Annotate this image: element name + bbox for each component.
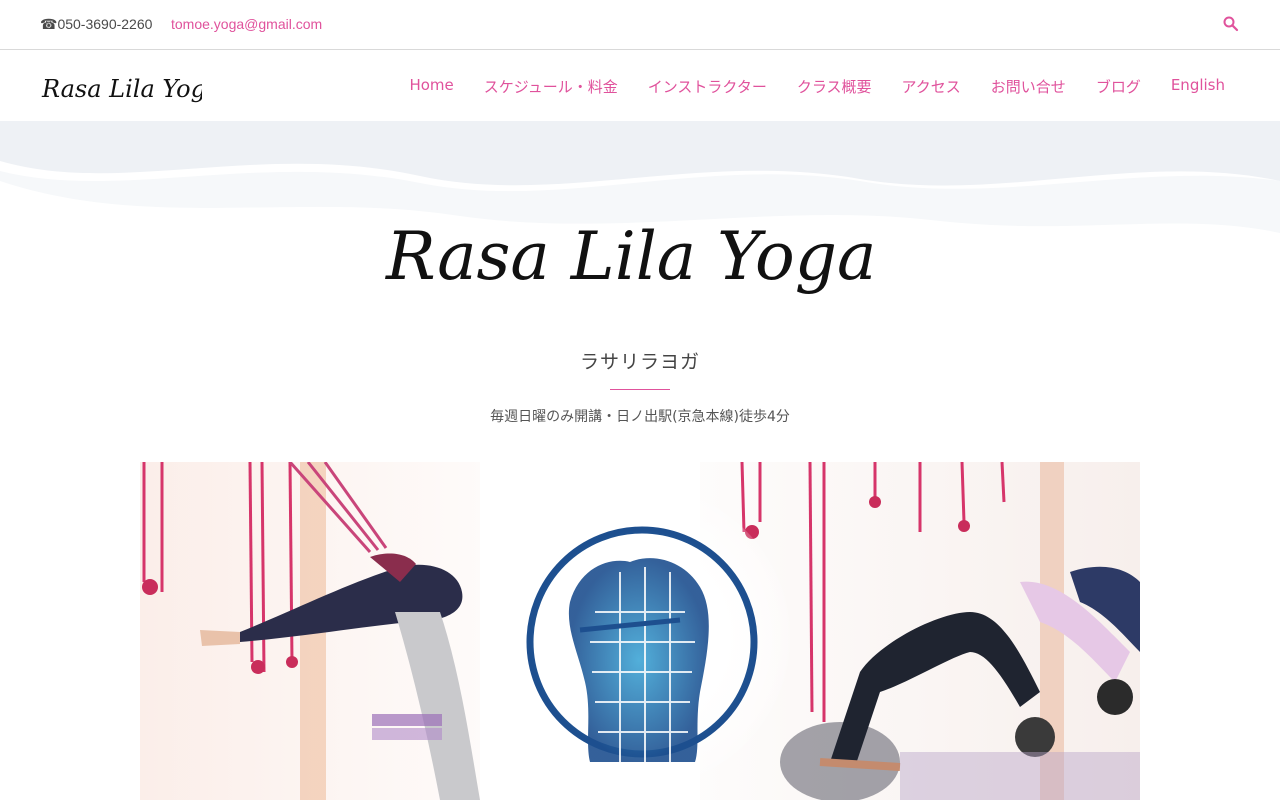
main-header: Rasa Lila Yoga Home スケジュール・料金 インストラクター ク… bbox=[0, 51, 1280, 121]
hero-subtitle: ラサリラヨガ bbox=[579, 351, 700, 373]
nav-item-access[interactable]: アクセス bbox=[902, 76, 961, 97]
svg-text:Rasa Lila Yoga: Rasa Lila Yoga bbox=[385, 218, 876, 295]
nav-item-contact[interactable]: お問い合せ bbox=[991, 76, 1066, 97]
email-link[interactable]: tomoe.yoga@gmail.com bbox=[171, 16, 322, 32]
site-logo[interactable]: Rasa Lila Yoga bbox=[40, 65, 202, 109]
nav-item-english[interactable]: English bbox=[1171, 76, 1225, 97]
hero-logo: Rasa Lila Yoga bbox=[385, 218, 876, 295]
hero-section: Rasa Lila Yoga ラサリラヨガ 毎週日曜のみ開講・日ノ出駅(京急本線… bbox=[0, 121, 1280, 800]
nav-item-instructor[interactable]: インストラクター bbox=[648, 76, 767, 97]
hero-tagline: 毎週日曜のみ開講・日ノ出駅(京急本線)徒歩4分 bbox=[490, 409, 790, 425]
nav-item-class[interactable]: クラス概要 bbox=[797, 76, 872, 97]
top-bar: ☎050-3690-2260 tomoe.yoga@gmail.com bbox=[0, 0, 1280, 50]
phone-number: ☎050-3690-2260 bbox=[40, 16, 153, 32]
nav-item-blog[interactable]: ブログ bbox=[1096, 76, 1141, 97]
main-nav: Home スケジュール・料金 インストラクター クラス概要 アクセス お問い合せ… bbox=[409, 76, 1225, 97]
hero-divider bbox=[610, 389, 670, 390]
hero-photo bbox=[140, 462, 1140, 800]
nav-item-home[interactable]: Home bbox=[409, 76, 453, 97]
search-icon[interactable] bbox=[1222, 15, 1240, 33]
nav-item-schedule[interactable]: スケジュール・料金 bbox=[484, 76, 618, 97]
svg-text:Rasa Lila Yoga: Rasa Lila Yoga bbox=[41, 75, 202, 103]
